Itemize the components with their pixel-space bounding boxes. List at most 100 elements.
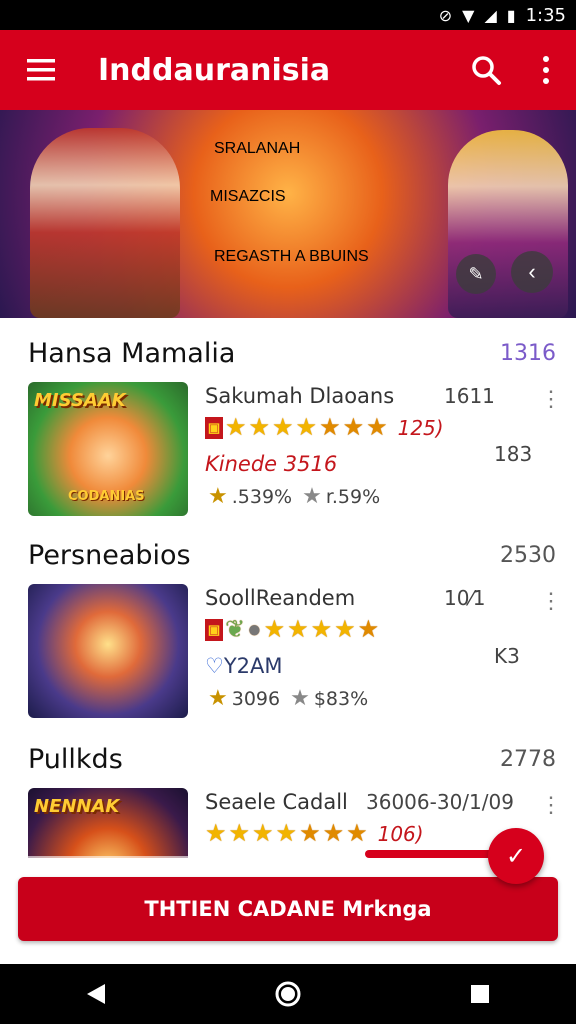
banner-subtitle: REGASTH A BBUINS [214,248,369,265]
section-header: Hansa Mamalia 1316 [28,338,556,369]
star-icon: ★ [275,820,298,847]
star-icon: ★ [346,820,368,847]
game-list-item[interactable]: NENNAK Seaele Cadall 36006-30/1/09 ⋮ ★ ★… [28,788,558,858]
star-icon: ★ [208,686,228,711]
menu-button[interactable] [0,30,82,110]
game-thumbnail: NENNAK [28,788,188,858]
progress-strip [365,850,495,858]
signal-icon: ◢ [484,5,497,25]
section-header: Persneabios 2530 [28,540,556,571]
star-icon: ★ [342,414,365,441]
rating-value: 125) [397,416,444,440]
section-title: Pullkds [28,744,123,775]
star-icon: ★ [208,484,228,509]
rating-value: 106) [377,822,424,846]
section-count[interactable]: 2778 [500,747,556,772]
pencil-icon: ✎ [468,263,484,284]
star-icon: ★ [322,820,345,847]
star-icon: ★ [228,820,251,847]
star-icon: ★ [299,820,321,847]
game-thumbnail: MISSAAK CODANIAS [28,382,188,516]
rating-row: ▣ ★ ★ ★ ★ ★ ★ ★ 125) [205,416,444,440]
section-title: Persneabios [28,540,191,571]
stat-value: .539% [231,485,293,508]
battery-icon: ▮ [506,5,516,25]
item-more-button[interactable]: ⋮ [540,790,558,820]
star-icon: ★ [295,414,318,441]
star-icon: ★ [357,616,380,643]
chat-icon: ● [247,616,262,643]
leaf-icon: ❦ [225,616,246,643]
stat-value: 3096 [231,687,281,710]
more-vert-icon: ⋮ [540,386,562,411]
do-not-disturb-icon: ⊘ [438,5,453,25]
home-button[interactable] [258,964,318,1024]
item-more-button[interactable]: ⋮ [540,384,562,414]
heart-icon: ♡ [205,654,224,678]
thumbnail-title: MISSAAK [34,390,126,411]
back-button[interactable] [66,964,126,1024]
game-thumbnail [28,584,188,718]
star-icon: ★ [290,686,310,711]
thumbnail-subtitle: CODANIAS [68,489,145,504]
back-icon [87,984,105,1004]
more-vert-icon: ⋮ [540,588,562,613]
game-secondary-number: 183 [494,442,533,466]
thumbnail-title: NENNAK [34,796,120,817]
game-stats: ★ 3096 ★ $83% [208,686,368,711]
badge-icon: ▣ [205,417,223,439]
banner-title-line1: SRALANAH [214,140,301,157]
overflow-menu-button[interactable] [516,30,576,110]
star-icon: ★ [252,820,274,847]
star-icon: ★ [319,414,341,441]
star-icon: ★ [205,820,227,847]
star-icon: ★ [287,616,309,643]
star-icon: ★ [263,616,286,643]
star-icon: ★ [272,414,294,441]
item-more-button[interactable]: ⋮ [540,586,562,616]
status-time: 1:35 [525,4,566,26]
banner-edit-button[interactable]: ✎ [456,254,496,294]
star-icon: ★ [302,484,322,509]
rating-row: ▣ ❦ ● ★ ★ ★ ★ ★ [205,618,379,642]
rating-row: ★ ★ ★ ★ ★ ★ ★ 106) [205,820,424,847]
star-icon: ★ [334,616,356,643]
search-icon [472,56,501,85]
check-icon: ✓ [505,842,527,870]
game-name: SoollReandem [205,586,356,610]
game-list-item[interactable]: SoollReandem 10⁄‎1 ⋮ ▣ ❦ ● ★ ★ ★ ★ ★ ♡Y2… [28,584,562,722]
menu-icon [27,59,55,81]
star-icon: ★ [366,414,388,441]
stat-value: r.59% [325,485,381,508]
more-vert-icon [543,56,549,84]
app-bar: Inddauranisia [0,30,576,110]
more-vert-icon: ⋮ [540,792,558,817]
game-tag: Kinede 3516 [205,452,338,476]
home-icon [275,981,301,1007]
cta-button[interactable]: THTIEN CADANE Mrknga [18,877,558,941]
chevron-left-icon: ‹ [528,259,536,284]
section-count[interactable]: 1316 [500,341,556,366]
wifi-icon: ▼ [462,5,475,25]
stat-value: $83% [313,687,369,710]
section-header: Pullkds 2778 [28,744,556,775]
game-list-item[interactable]: MISSAAK CODANIAS Sakumah Dlaoans 1611 ⋮ … [28,382,562,520]
system-nav-bar [0,964,576,1024]
game-name: Seaele Cadall [205,790,348,814]
game-number: 1611 [444,384,495,408]
star-icon: ★ [248,414,271,441]
badge-icon: ▣ [205,619,223,641]
search-button[interactable] [456,30,516,110]
banner-title-line2: MISAZCIS [210,188,286,205]
recents-icon [471,985,489,1003]
section-count[interactable]: 2530 [500,543,556,568]
banner-hero-left-image [30,128,180,318]
game-tag: ♡Y2AM [205,654,283,678]
recents-button[interactable] [450,964,510,1024]
section-title: Hansa Mamalia [28,338,236,369]
app-title: Inddauranisia [98,52,331,88]
floating-action-button[interactable]: ✓ [488,828,544,884]
banner-prev-button[interactable]: ‹ [511,251,553,293]
game-secondary-number: K3 [494,644,520,668]
game-name: Sakumah Dlaoans [205,384,395,408]
